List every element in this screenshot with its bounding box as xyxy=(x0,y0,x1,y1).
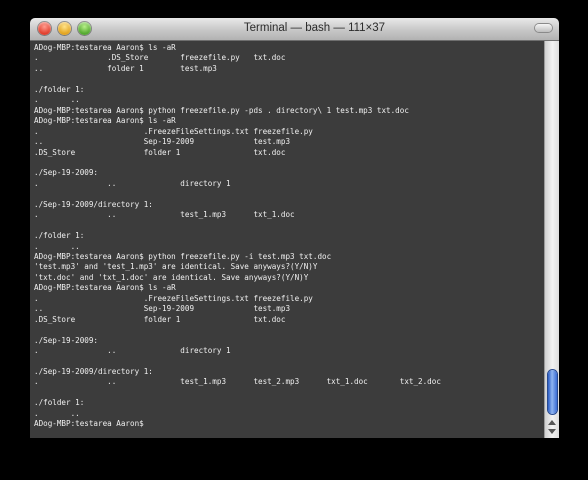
terminal-line: 'txt.doc' and 'txt_1.doc' are identical.… xyxy=(34,272,309,282)
terminal-line: . .. xyxy=(34,408,80,418)
terminal-line: ./Sep-19-2009: xyxy=(34,168,99,178)
terminal-line: . .. test_1.mp3 test_2.mp3 txt_1.doc txt… xyxy=(34,377,441,387)
scroll-up-arrow-icon[interactable] xyxy=(548,420,556,425)
terminal-line: . .. xyxy=(34,95,80,105)
terminal-line: .. Sep-19-2009 test.mp3 xyxy=(34,137,291,147)
minimize-button[interactable] xyxy=(58,22,71,35)
terminal-line: ADog-MBP:testarea Aaron$ ls -aR xyxy=(34,283,176,293)
terminal-line: .DS_Store folder 1 txt.doc xyxy=(34,314,286,324)
scroll-down-arrow-icon[interactable] xyxy=(548,429,556,434)
terminal-line: ./Sep-19-2009/directory 1: xyxy=(34,366,153,376)
terminal-line: ./folder 1: xyxy=(34,398,85,408)
window-title: Terminal — bash — 111×37 xyxy=(243,22,386,34)
terminal-line: .DS_Store folder 1 txt.doc xyxy=(34,147,286,157)
terminal-line: ./folder 1: xyxy=(34,231,85,241)
terminal-line: 'test.mp3' and 'test_1.mp3' are identica… xyxy=(34,262,318,272)
terminal-line: ./folder 1: xyxy=(34,84,85,94)
terminal-line: ADog-MBP:testarea Aaron$ python freezefi… xyxy=(34,105,409,115)
terminal-line: .. folder 1 test.mp3 xyxy=(34,63,217,73)
terminal-line: ADog-MBP:testarea Aaron$ ls -aR xyxy=(34,43,176,52)
terminal-line: ./Sep-19-2009: xyxy=(34,335,99,345)
zoom-button[interactable] xyxy=(78,22,91,35)
terminal-line: . .FreezeFileSettings.txt freezefile.py xyxy=(34,293,313,303)
terminal-line: .. Sep-19-2009 test.mp3 xyxy=(34,304,291,314)
title-bar[interactable]: Terminal — bash — 111×37 xyxy=(30,18,559,41)
toolbar-toggle-button[interactable] xyxy=(535,24,552,32)
terminal-line: . .FreezeFileSettings.txt freezefile.py xyxy=(34,126,313,136)
vertical-scrollbar[interactable] xyxy=(544,41,559,438)
close-button[interactable] xyxy=(38,22,51,35)
terminal-line: ./Sep-19-2009/directory 1: xyxy=(34,199,153,209)
terminal-line: ADog-MBP:testarea Aaron$ xyxy=(34,419,144,429)
scrollbar-thumb[interactable] xyxy=(548,370,557,414)
terminal-line: ADog-MBP:testarea Aaron$ python freezefi… xyxy=(34,252,332,261)
terminal-output[interactable]: ADog-MBP:testarea Aaron$ ls -aR. .DS_Sto… xyxy=(30,41,544,438)
terminal-line: . .. test_1.mp3 txt_1.doc xyxy=(34,210,295,220)
terminal-line: . .DS_Store freezefile.py txt.doc xyxy=(34,53,286,63)
terminal-line: . .. directory 1 xyxy=(34,346,231,356)
terminal-line: ADog-MBP:testarea Aaron$ ls -aR xyxy=(34,116,176,126)
terminal-line: . .. xyxy=(34,241,80,251)
terminal-line: . .. directory 1 xyxy=(34,178,231,188)
terminal-window: Terminal — bash — 111×37 ADog-MBP:testar… xyxy=(30,18,559,438)
